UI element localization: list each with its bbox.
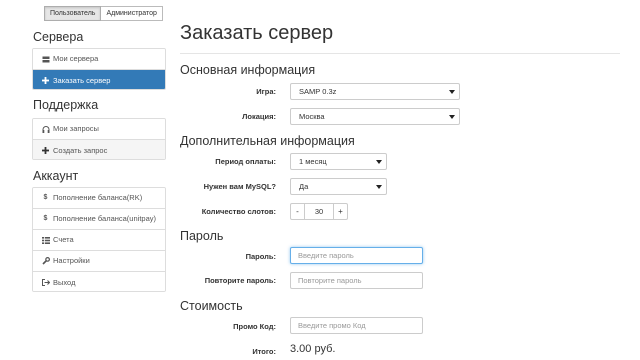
dollar-icon: $ bbox=[43, 215, 48, 222]
sidebar-item-settings[interactable]: Настройки bbox=[33, 251, 165, 272]
title-divider bbox=[180, 53, 620, 54]
location-label: Локация: bbox=[242, 112, 276, 121]
sidebar-servers-title: Сервера bbox=[33, 30, 84, 44]
sidebar-item-label: Пополнение баланса(RK) bbox=[53, 193, 143, 202]
mysql-select-value: Да bbox=[299, 182, 309, 191]
role-tabs: Пользователь Администратор bbox=[44, 6, 163, 21]
sidebar-item-my-servers[interactable]: Мои сервера bbox=[33, 49, 165, 70]
password-heading: Пароль bbox=[180, 229, 224, 243]
game-select-value: SAMP 0.3z bbox=[299, 87, 337, 96]
tab-admin[interactable]: Администратор bbox=[101, 6, 163, 21]
period-label: Период оплаты: bbox=[215, 157, 276, 166]
chevron-down-icon bbox=[449, 115, 455, 119]
sidebar-item-topup-unitpay[interactable]: $ Пополнение баланса(unitpay) bbox=[33, 209, 165, 230]
sidebar-account-title: Аккаунт bbox=[33, 169, 79, 183]
extra-info-heading: Дополнительная информация bbox=[180, 134, 355, 148]
basic-info-heading: Основная информация bbox=[180, 63, 316, 77]
logout-icon bbox=[41, 279, 50, 286]
sidebar-item-label: Пополнение баланса(unitpay) bbox=[53, 214, 156, 223]
sidebar-support-title: Поддержка bbox=[33, 98, 99, 112]
sidebar-item-my-requests[interactable]: Мои запросы bbox=[33, 119, 165, 140]
period-select-value: 1 месяц bbox=[299, 157, 327, 166]
promo-code-field[interactable]: Введите промо Код bbox=[290, 317, 423, 334]
chevron-down-icon bbox=[376, 185, 382, 189]
server-icon bbox=[41, 56, 50, 63]
sidebar-account-group: $ Пополнение баланса(RK) $ Пополнение ба… bbox=[32, 187, 166, 292]
sidebar-item-create-request[interactable]: Создать запрос bbox=[33, 140, 165, 159]
sidebar-item-topup-rk[interactable]: $ Пополнение баланса(RK) bbox=[33, 188, 165, 209]
slots-decrement-button[interactable]: - bbox=[290, 203, 305, 220]
list-icon bbox=[41, 236, 50, 244]
location-select[interactable]: Москва bbox=[290, 108, 460, 125]
sidebar-item-label: Создать запрос bbox=[53, 145, 108, 155]
promo-label: Промо Код: bbox=[233, 322, 276, 331]
game-select[interactable]: SAMP 0.3z bbox=[290, 83, 460, 100]
sidebar-item-label: Мои сервера bbox=[53, 54, 99, 63]
slots-stepper: - 30 + bbox=[290, 203, 348, 220]
sidebar-support-group: Мои запросы Создать запрос bbox=[32, 118, 166, 160]
sidebar-item-logout[interactable]: Выход bbox=[33, 272, 165, 291]
total-value: 3.00 руб. bbox=[290, 343, 336, 355]
wrench-icon bbox=[41, 257, 50, 265]
password-field[interactable]: Введите пароль bbox=[290, 247, 423, 264]
tab-user[interactable]: Пользователь bbox=[44, 6, 102, 21]
sidebar-item-label: Счета bbox=[53, 235, 74, 244]
plus-icon bbox=[41, 147, 50, 154]
sidebar-item-order-server[interactable]: Заказать сервер bbox=[33, 70, 165, 89]
location-select-value: Москва bbox=[299, 112, 325, 121]
game-label: Игра: bbox=[256, 87, 276, 96]
page-title: Заказать сервер bbox=[180, 22, 334, 44]
repeat-password-field[interactable]: Повторите пароль bbox=[290, 272, 423, 289]
slots-value[interactable]: 30 bbox=[305, 203, 333, 220]
dollar-icon: $ bbox=[43, 194, 48, 201]
repeat-password-label: Повторите пароль: bbox=[204, 276, 276, 285]
mysql-select[interactable]: Да bbox=[290, 178, 387, 195]
sidebar-item-label: Настройки bbox=[53, 256, 90, 265]
sidebar-item-label: Мои запросы bbox=[53, 124, 99, 133]
slots-label: Количество слотов: bbox=[201, 207, 276, 216]
period-select[interactable]: 1 месяц bbox=[290, 153, 387, 170]
headphones-icon bbox=[41, 125, 50, 133]
mysql-label: Нужен вам MySQL? bbox=[203, 182, 276, 191]
plus-icon bbox=[41, 77, 50, 84]
chevron-down-icon bbox=[376, 160, 382, 164]
sidebar-item-label: Выход bbox=[53, 277, 76, 287]
password-label: Пароль: bbox=[245, 252, 276, 261]
chevron-down-icon bbox=[449, 90, 455, 94]
sidebar-item-label: Заказать сервер bbox=[53, 75, 111, 85]
slots-increment-button[interactable]: + bbox=[333, 203, 348, 220]
sidebar-item-invoices[interactable]: Счета bbox=[33, 230, 165, 251]
cost-heading: Стоимость bbox=[180, 299, 243, 313]
sidebar-servers-group: Мои сервера Заказать сервер bbox=[32, 48, 166, 90]
total-label: Итого: bbox=[252, 347, 276, 356]
